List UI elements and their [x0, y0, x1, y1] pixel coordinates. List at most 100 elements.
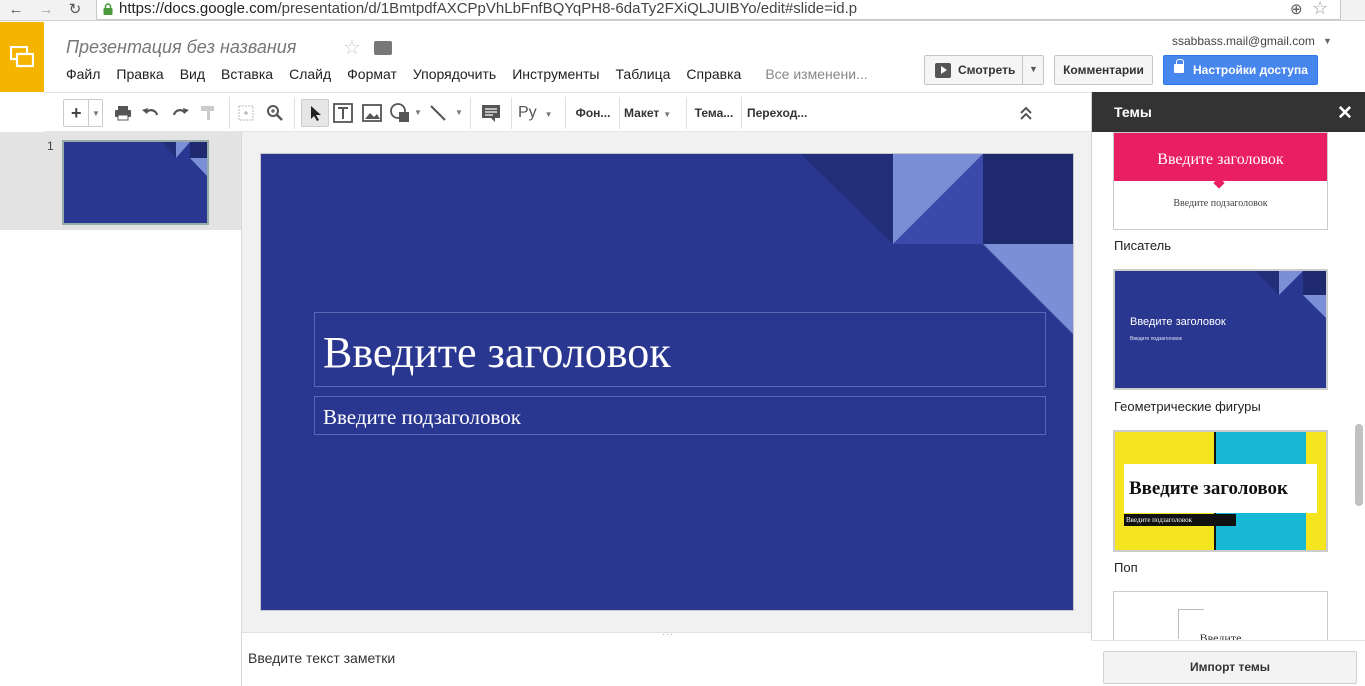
title-placeholder[interactable]: Введите заголовок	[314, 312, 1046, 387]
menu-format[interactable]: Формат	[339, 66, 405, 82]
chevron-down-icon[interactable]: ▼	[1029, 64, 1038, 74]
shape-icon[interactable]	[389, 103, 411, 123]
menu-insert[interactable]: Вставка	[213, 66, 281, 82]
theme-thumbnail-geometric[interactable]: Введите заголовок Введите подзаголовок	[1113, 269, 1328, 390]
notes-placeholder: Введите текст заметки	[248, 650, 396, 666]
themes-scrollbar[interactable]	[1355, 424, 1363, 506]
zoom-icon[interactable]	[266, 104, 284, 122]
back-icon[interactable]: ←	[6, 1, 26, 18]
divider	[686, 97, 687, 129]
title-text: Введите заголовок	[323, 328, 671, 377]
comments-button[interactable]: Комментарии	[1054, 55, 1153, 85]
theme-thumbnail-writer[interactable]: Введите заголовок Введите подзаголовок	[1113, 132, 1328, 230]
slides-logo-icon	[10, 46, 34, 68]
chevron-down-icon[interactable]: ▼	[92, 100, 100, 128]
print-icon[interactable]	[114, 104, 132, 122]
menu-edit[interactable]: Правка	[108, 66, 171, 82]
present-label: Смотреть	[958, 63, 1016, 77]
slide-thumbnail[interactable]	[62, 140, 209, 225]
slide-filmstrip: 1	[0, 132, 242, 686]
import-theme-footer: Импорт темы	[1091, 640, 1365, 686]
chevron-down-icon[interactable]: ▼	[413, 99, 423, 127]
background-button[interactable]: Фон...	[569, 99, 617, 127]
divider	[88, 100, 89, 126]
close-icon[interactable]: ✕	[1337, 102, 1353, 125]
speaker-notes[interactable]: ··· Введите текст заметки	[242, 629, 1091, 686]
theme-name[interactable]: Геометрические фигуры	[1114, 399, 1261, 414]
theme-title-text: Введите заголовок	[1130, 316, 1226, 328]
theme-thumbnail-pop[interactable]: Введите заголовок Введите подзаголовок	[1113, 430, 1328, 552]
secure-lock-icon	[103, 3, 113, 15]
folder-icon[interactable]	[374, 41, 392, 55]
divider	[470, 97, 471, 129]
line-icon[interactable]	[429, 104, 447, 122]
select-tool-button[interactable]	[301, 99, 329, 127]
zoom-icon[interactable]: ⊕	[1290, 0, 1303, 18]
url-text: https://docs.google.com/presentation/d/1…	[119, 0, 858, 17]
transition-button[interactable]: Переход...	[747, 99, 817, 127]
toolbar: + ▼ ▼ ▼ Ру ▼ Фон... Макет ▼ Тема... Пере…	[44, 92, 1091, 132]
theme-name[interactable]: Писатель	[1114, 238, 1171, 253]
star-icon[interactable]: ☆	[343, 35, 361, 60]
paint-format-icon[interactable]	[199, 104, 217, 122]
divider	[511, 97, 512, 129]
account-dropdown-icon[interactable]: ▼	[1323, 36, 1332, 46]
plus-icon: +	[71, 103, 82, 123]
theme-name[interactable]: Поп	[1114, 560, 1138, 575]
image-icon[interactable]	[362, 104, 382, 122]
themes-panel-header: Темы ✕	[1092, 92, 1365, 132]
resize-handle[interactable]: ···	[662, 629, 674, 639]
text-box-icon[interactable]	[333, 103, 353, 123]
divider	[1022, 56, 1023, 84]
chevron-down-icon: ▼	[663, 110, 672, 119]
menu-slide[interactable]: Слайд	[281, 66, 339, 82]
new-slide-button[interactable]: + ▼	[63, 99, 103, 127]
slide-number: 1	[47, 139, 54, 153]
divider	[619, 97, 620, 129]
save-status[interactable]: Все изменени...	[757, 66, 875, 82]
play-icon	[935, 63, 951, 78]
layout-button[interactable]: Макет ▼	[624, 99, 680, 127]
menu-arrange[interactable]: Упорядочить	[405, 66, 504, 82]
present-button[interactable]: Смотреть ▼	[924, 55, 1044, 85]
menu-tools[interactable]: Инструменты	[504, 66, 607, 82]
share-button[interactable]: Настройки доступа	[1163, 55, 1318, 85]
subtitle-placeholder[interactable]: Введите подзаголовок	[314, 396, 1046, 435]
layout-label: Макет	[624, 106, 660, 120]
slide-canvas[interactable]: Введите заголовок Введите подзаголовок	[260, 153, 1074, 611]
document-title[interactable]: Презентация без названия	[66, 37, 296, 58]
slides-logo[interactable]	[0, 22, 44, 92]
theme-button[interactable]: Тема...	[689, 99, 739, 127]
bookmark-star-icon[interactable]: ☆	[1312, 0, 1328, 19]
collapse-toolbar-icon[interactable]	[1020, 106, 1032, 120]
reload-icon[interactable]: ↻	[65, 1, 85, 18]
menu-file[interactable]: Файл	[58, 66, 108, 82]
import-theme-button[interactable]: Импорт темы	[1103, 651, 1357, 684]
redo-icon[interactable]	[170, 104, 190, 122]
divider	[741, 97, 742, 129]
menu-table[interactable]: Таблица	[608, 66, 679, 82]
user-email[interactable]: ssabbass.mail@gmail.com	[1172, 34, 1315, 48]
share-label: Настройки доступа	[1193, 63, 1308, 77]
slide-thumbnail-graphic	[162, 142, 207, 176]
menu-view[interactable]: Вид	[172, 66, 213, 82]
select-all-icon[interactable]	[237, 104, 255, 122]
divider	[294, 97, 295, 129]
divider	[229, 97, 230, 129]
theme-title-text: Введите заголовок	[1157, 151, 1284, 168]
theme-title-text: Введите заголовок	[1129, 478, 1288, 499]
menu-help[interactable]: Справка	[678, 66, 749, 82]
input-tools-button[interactable]: Ру ▼	[518, 99, 558, 127]
lock-icon	[1174, 59, 1184, 73]
filmstrip-slide-row[interactable]: 1	[0, 132, 241, 230]
cursor-icon	[311, 106, 321, 121]
forward-icon[interactable]: →	[36, 1, 56, 18]
chevron-down-icon[interactable]: ▼	[454, 99, 464, 127]
themes-panel: Темы ✕ Введите заголовок Введите подзаго…	[1091, 92, 1365, 686]
url-input[interactable]: https://docs.google.com/presentation/d/1…	[96, 0, 1341, 20]
theme-subtitle-text: Введите подзаголовок	[1126, 516, 1192, 524]
comment-icon[interactable]	[481, 104, 501, 122]
themes-panel-title: Темы	[1114, 104, 1152, 120]
undo-icon[interactable]	[141, 104, 161, 122]
subtitle-text: Введите подзаголовок	[323, 405, 521, 429]
